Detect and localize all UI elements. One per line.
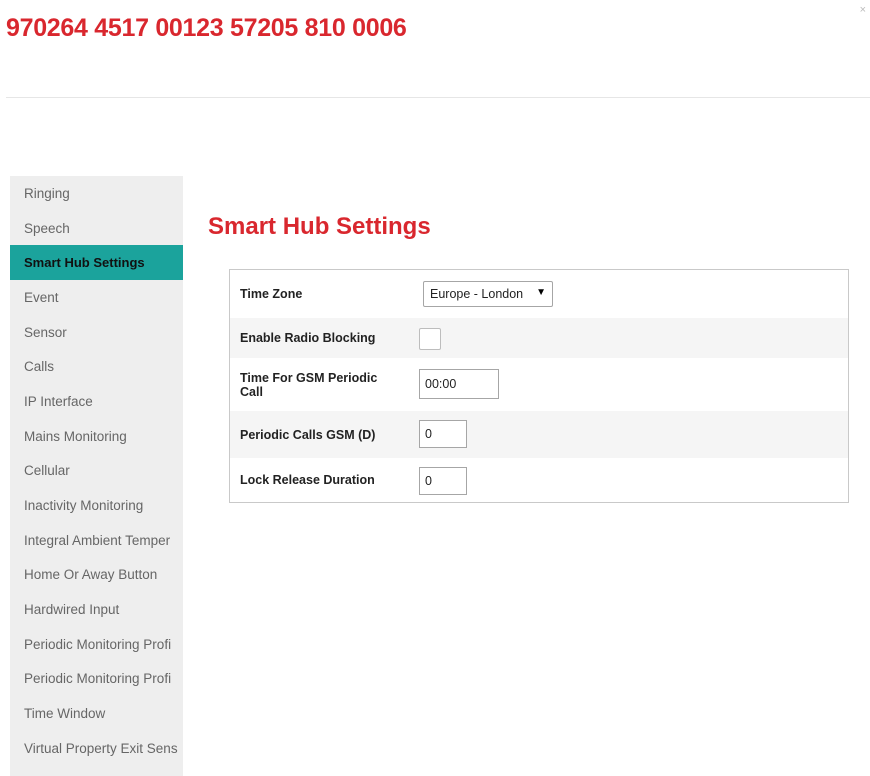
lock-release-input[interactable] bbox=[419, 467, 467, 495]
device-id-title: 970264 4517 00123 57205 810 0006 bbox=[6, 14, 407, 42]
sidebar-item-cellular[interactable]: Cellular bbox=[10, 454, 183, 489]
time-zone-label: Time Zone bbox=[240, 287, 303, 301]
time-zone-select[interactable]: Europe - London ▼ bbox=[423, 281, 553, 307]
sidebar-item-smart-hub-settings[interactable]: Smart Hub Settings bbox=[10, 245, 183, 281]
radio-blocking-row: Enable Radio Blocking bbox=[230, 318, 848, 358]
close-icon[interactable]: × bbox=[860, 4, 866, 16]
sidebar-item-ip-interface[interactable]: IP Interface bbox=[10, 384, 183, 419]
radio-blocking-label: Enable Radio Blocking bbox=[240, 331, 376, 345]
header-divider bbox=[6, 97, 870, 98]
gsm-periodic-call-row: Time For GSM Periodic Call bbox=[230, 358, 848, 411]
periodic-calls-gsm-row: Periodic Calls GSM (D) bbox=[230, 411, 848, 458]
dropdown-arrow-icon: ▼ bbox=[536, 287, 546, 298]
sidebar-item-event[interactable]: Event bbox=[10, 280, 183, 315]
gsm-periodic-call-label: Time For GSM Periodic Call bbox=[240, 370, 378, 399]
sidebar-item-sensor[interactable]: Sensor bbox=[10, 315, 183, 350]
settings-sidebar: Ringing Speech Smart Hub Settings Event Sens… bbox=[10, 176, 183, 776]
page-title: Smart Hub Settings bbox=[208, 213, 431, 240]
time-zone-value: Europe - London bbox=[430, 287, 524, 301]
periodic-calls-gsm-label: Periodic Calls GSM (D) bbox=[240, 427, 376, 442]
sidebar-item-virtual-property-exit-sens[interactable]: Virtual Property Exit Sens bbox=[10, 731, 183, 766]
sidebar-item-periodic-monitoring-profi[interactable]: Periodic Monitoring Profi bbox=[10, 627, 183, 662]
time-zone-row: Time Zone Europe - London ▼ bbox=[230, 270, 848, 318]
settings-panel: Time Zone Europe - London ▼ Enable Radio… bbox=[229, 269, 849, 503]
sidebar-item-integral-ambient-temper[interactable]: Integral Ambient Temper bbox=[10, 523, 183, 558]
sidebar-item-calls[interactable]: Calls bbox=[10, 349, 183, 384]
lock-release-label: Lock Release Duration bbox=[240, 473, 375, 487]
sidebar-item-home-or-away-button[interactable]: Home Or Away Button bbox=[10, 558, 183, 593]
gsm-periodic-call-input[interactable] bbox=[419, 369, 499, 399]
lock-release-row: Lock Release Duration bbox=[230, 458, 848, 502]
sidebar-item-time-window[interactable]: Time Window bbox=[10, 696, 183, 731]
sidebar-item-inactivity-monitoring[interactable]: Inactivity Monitoring bbox=[10, 488, 183, 523]
sidebar-item-mains-monitoring[interactable]: Mains Monitoring bbox=[10, 419, 183, 454]
sidebar-item-speech[interactable]: Speech bbox=[10, 211, 183, 246]
radio-blocking-checkbox[interactable] bbox=[419, 328, 441, 350]
sidebar-item-periodic-monitoring-profi[interactable]: Periodic Monitoring Profi bbox=[10, 662, 183, 697]
periodic-calls-gsm-input[interactable] bbox=[419, 420, 467, 448]
sidebar-item-ringing[interactable]: Ringing bbox=[10, 176, 183, 211]
sidebar-item-hardwired-input[interactable]: Hardwired Input bbox=[10, 592, 183, 627]
